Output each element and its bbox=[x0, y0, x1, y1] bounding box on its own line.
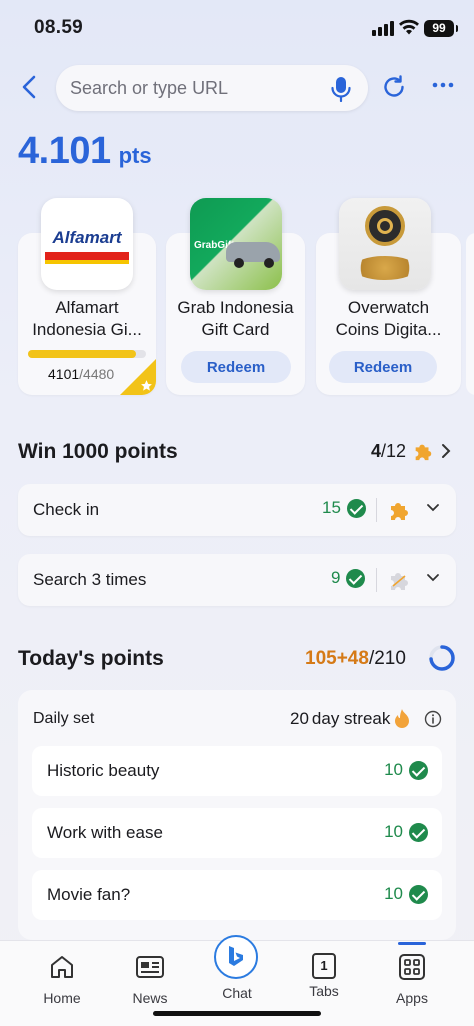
grab-giftcard-image: GrabGifts bbox=[190, 198, 282, 290]
daily-item-points: 10 bbox=[384, 822, 428, 842]
puzzle-piece-icon bbox=[391, 503, 408, 520]
divider bbox=[376, 568, 377, 592]
back-arrow-icon[interactable] bbox=[16, 73, 44, 101]
win-points-heading: Win 1000 points bbox=[18, 440, 178, 463]
alfamart-logo: Alfamart bbox=[41, 198, 133, 290]
nav-apps[interactable]: Apps bbox=[372, 953, 452, 1006]
reward-title: Grab Indonesia Gift Card bbox=[177, 298, 294, 339]
address-bar[interactable] bbox=[56, 65, 368, 111]
daily-set-panel: Daily set 20 day streak Historic beauty 1… bbox=[18, 690, 456, 940]
apps-grid-icon bbox=[399, 954, 425, 980]
home-indicator bbox=[153, 1011, 321, 1016]
star-icon bbox=[141, 380, 152, 391]
points-value: 4.101 bbox=[18, 130, 111, 172]
news-icon bbox=[136, 956, 164, 978]
status-time: 08.59 bbox=[34, 17, 84, 38]
reward-title: Overwatch Coins Digita... bbox=[335, 298, 442, 339]
reward-progress-bar bbox=[28, 350, 146, 358]
chevron-down-icon[interactable] bbox=[426, 503, 440, 513]
reward-card-peek bbox=[466, 233, 474, 395]
active-tab-indicator bbox=[398, 942, 426, 945]
check-icon bbox=[409, 884, 428, 904]
todays-points-value: 105+48/210 bbox=[305, 648, 406, 669]
chevron-right-icon bbox=[442, 444, 451, 458]
points-balance: 4.101 pts bbox=[18, 130, 152, 173]
bing-chat-icon bbox=[214, 935, 258, 979]
daily-item-points: 10 bbox=[384, 884, 428, 904]
nav-home[interactable]: Home bbox=[22, 953, 102, 1006]
reward-title: Alfamart Indonesia Gi... bbox=[32, 298, 142, 339]
more-options-icon[interactable] bbox=[432, 82, 454, 88]
daily-set-item[interactable]: Work with ease 10 bbox=[32, 808, 442, 858]
divider bbox=[376, 498, 377, 522]
check-icon bbox=[409, 822, 428, 842]
win-points-progress[interactable]: 4/12 bbox=[371, 440, 452, 462]
streak-indicator: 20 day streak bbox=[290, 708, 411, 730]
microphone-icon[interactable] bbox=[330, 76, 352, 102]
daily-item-label: Historic beauty bbox=[47, 761, 160, 780]
puzzle-piece-faded-icon bbox=[391, 573, 408, 590]
check-icon bbox=[409, 760, 428, 780]
task-row[interactable]: Search 3 times 9 bbox=[18, 554, 456, 606]
daily-item-points: 10 bbox=[384, 760, 428, 780]
points-unit: pts bbox=[118, 143, 152, 168]
cellular-signal-icon bbox=[372, 21, 394, 36]
task-label: Check in bbox=[33, 500, 100, 519]
flame-icon bbox=[395, 709, 410, 728]
wifi-icon bbox=[399, 19, 419, 35]
status-bar: 08.59 99 bbox=[0, 0, 474, 56]
daily-set-item[interactable]: Movie fan? 10 bbox=[32, 870, 442, 920]
chevron-down-icon[interactable] bbox=[426, 573, 440, 583]
daily-item-label: Movie fan? bbox=[47, 885, 131, 904]
check-icon bbox=[346, 568, 366, 588]
search-input[interactable] bbox=[70, 65, 320, 111]
task-label: Search 3 times bbox=[33, 570, 147, 589]
task-points: 15 bbox=[322, 498, 366, 518]
nav-news[interactable]: News bbox=[110, 953, 190, 1006]
todays-points-heading: Today's points bbox=[18, 647, 164, 670]
points-progress-ring bbox=[429, 645, 455, 671]
battery-indicator: 99 bbox=[424, 20, 458, 37]
info-icon[interactable] bbox=[424, 710, 442, 728]
nav-chat[interactable]: Chat bbox=[197, 935, 277, 1001]
overwatch-coins-image bbox=[339, 198, 431, 290]
home-icon bbox=[51, 956, 73, 978]
task-points: 9 bbox=[331, 568, 366, 588]
browser-toolbar bbox=[0, 62, 474, 114]
refresh-icon[interactable] bbox=[381, 74, 407, 100]
task-row[interactable]: Check in 15 bbox=[18, 484, 456, 536]
check-icon bbox=[346, 498, 366, 518]
daily-item-label: Work with ease bbox=[47, 823, 163, 842]
daily-set-item[interactable]: Historic beauty 10 bbox=[32, 746, 442, 796]
reward-progress-text: 4101/4480 bbox=[48, 366, 115, 382]
daily-set-label: Daily set bbox=[33, 710, 95, 727]
nav-tabs[interactable]: 1 Tabs bbox=[284, 953, 364, 999]
redeem-button[interactable]: Redeem bbox=[181, 351, 291, 383]
tabs-icon: 1 bbox=[312, 953, 336, 979]
puzzle-icon bbox=[415, 444, 432, 461]
redeem-button[interactable]: Redeem bbox=[329, 351, 437, 383]
